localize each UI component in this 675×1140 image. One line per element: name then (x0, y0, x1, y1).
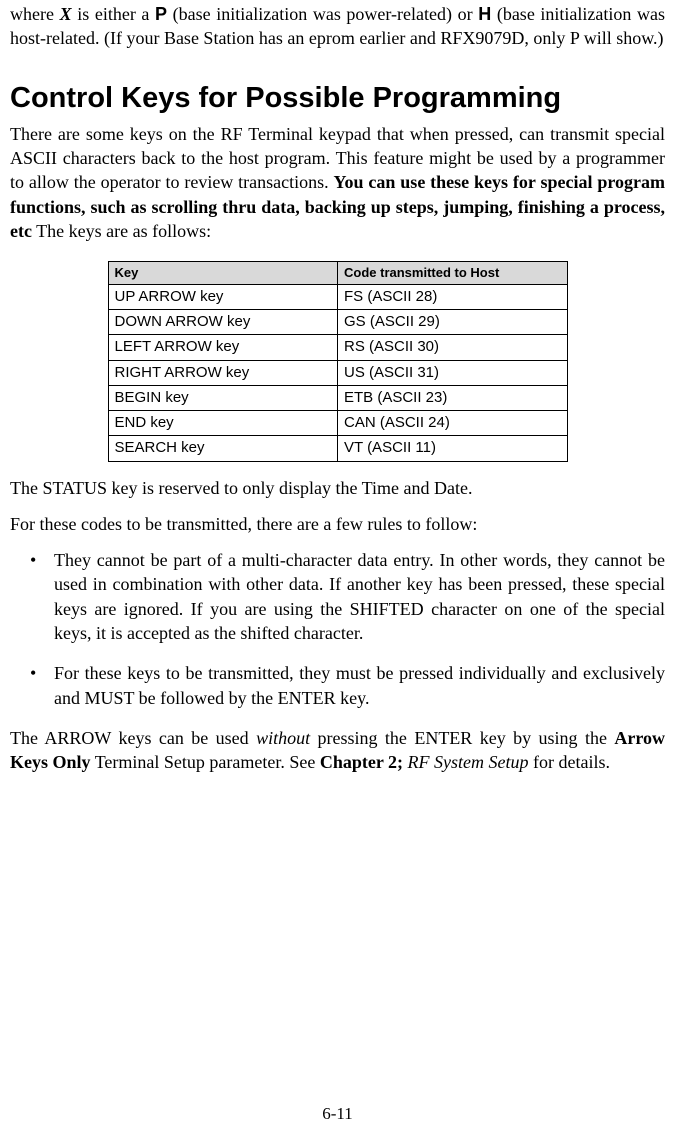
table-cell-code: VT (ASCII 11) (338, 436, 568, 461)
table-cell-key: DOWN ARROW key (108, 310, 338, 335)
table-cell-key: END key (108, 411, 338, 436)
table-header-row: Key Code transmitted to Host (108, 262, 567, 285)
status-key-paragraph: The STATUS key is reserved to only displ… (10, 476, 665, 500)
rules-intro-paragraph: For these codes to be transmitted, there… (10, 512, 665, 536)
table-cell-key: LEFT ARROW key (108, 335, 338, 360)
list-item: They cannot be part of a multi-character… (10, 548, 665, 645)
table-row: SEARCH key VT (ASCII 11) (108, 436, 567, 461)
table-cell-key: SEARCH key (108, 436, 338, 461)
table-cell-key: RIGHT ARROW key (108, 360, 338, 385)
table-row: END key CAN (ASCII 24) (108, 411, 567, 436)
rules-list: They cannot be part of a multi-character… (10, 548, 665, 710)
overview-b: The keys are as follows: (32, 221, 211, 241)
table-cell-key: BEGIN key (108, 385, 338, 410)
table-cell-code: RS (ASCII 30) (338, 335, 568, 360)
codes-table: Key Code transmitted to Host UP ARROW ke… (108, 261, 568, 461)
table-cell-code: CAN (ASCII 24) (338, 411, 568, 436)
intro-mid1: is either a (72, 4, 155, 24)
chapter-ref: Chapter 2; (320, 752, 403, 772)
table-row: LEFT ARROW key RS (ASCII 30) (108, 335, 567, 360)
arrow-b: pressing the ENTER key by using the (310, 728, 614, 748)
table-row: DOWN ARROW key GS (ASCII 29) (108, 310, 567, 335)
arrow-a: The ARROW keys can be used (10, 728, 256, 748)
rf-setup-ref: RF System Setup (408, 752, 529, 772)
intro-prefix: where (10, 4, 60, 24)
page-number: 6-11 (0, 1103, 675, 1126)
table-cell-code: US (ASCII 31) (338, 360, 568, 385)
arrow-keys-paragraph: The ARROW keys can be used without press… (10, 726, 665, 775)
overview-paragraph: There are some keys on the RF Terminal k… (10, 122, 665, 243)
intro-h: H (478, 4, 491, 24)
arrow-without: without (256, 728, 310, 748)
intro-paragraph: where X is either a P (base initializati… (10, 2, 665, 51)
table-header-key: Key (108, 262, 338, 285)
table-cell-code: GS (ASCII 29) (338, 310, 568, 335)
section-heading: Control Keys for Possible Programming (10, 79, 665, 118)
table-row: RIGHT ARROW key US (ASCII 31) (108, 360, 567, 385)
table-header-code: Code transmitted to Host (338, 262, 568, 285)
table-cell-code: FS (ASCII 28) (338, 284, 568, 309)
table-row: UP ARROW key FS (ASCII 28) (108, 284, 567, 309)
intro-mid2: (base initialization was power-related) … (167, 4, 478, 24)
intro-p: P (155, 4, 167, 24)
arrow-e: for details. (529, 752, 610, 772)
table-cell-key: UP ARROW key (108, 284, 338, 309)
table-cell-code: ETB (ASCII 23) (338, 385, 568, 410)
table-row: BEGIN key ETB (ASCII 23) (108, 385, 567, 410)
list-item: For these keys to be transmitted, they m… (10, 661, 665, 710)
intro-x: X (60, 4, 72, 24)
arrow-c: Terminal Setup parameter. See (91, 752, 320, 772)
